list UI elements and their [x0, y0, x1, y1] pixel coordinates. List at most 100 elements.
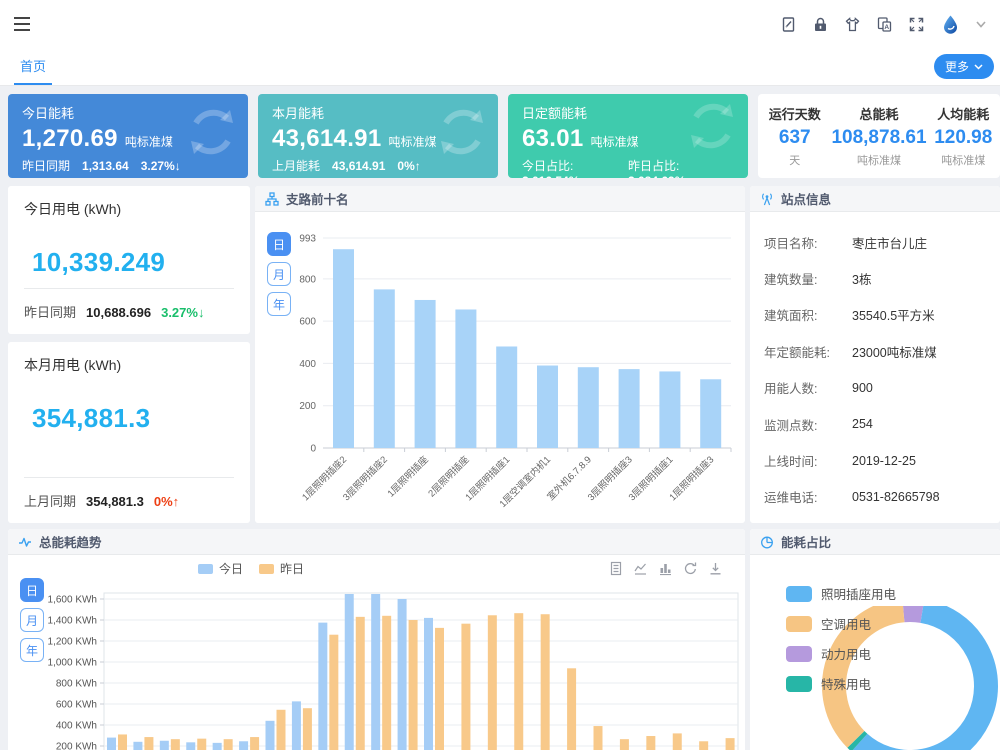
legend-label: 照明插座用电 — [821, 584, 896, 603]
site-info-row: 用能人数:900 — [764, 370, 1000, 406]
kpi-value: 1,270.69 — [22, 125, 118, 153]
legend-item-动力用电[interactable]: 动力用电 — [786, 644, 896, 663]
legend-item-昨日[interactable]: 昨日 — [259, 560, 304, 577]
svg-text:600: 600 — [299, 317, 316, 328]
site-row-value: 2019-12-25 — [852, 454, 916, 468]
stat-value: 108,878.61 — [831, 127, 926, 149]
site-info-row: 监测点数:254 — [764, 406, 1000, 442]
legend-item-照明插座用电[interactable]: 照明插座用电 — [786, 584, 896, 603]
kpi-unit: 吨标准煤 — [591, 133, 639, 150]
stat-per-capita-energy: 人均能耗 120.98 吨标准煤 — [927, 104, 1000, 168]
dashboard-body: 今日能耗 1,270.69 吨标准煤 昨日同期 1,313.64 3.27%↓ — [0, 86, 1000, 750]
kpi-value: 63.01 — [522, 125, 584, 153]
kpi-subrow: 昨日同期 1,313.64 3.27%↓ — [22, 157, 234, 174]
bottom-row: 总能耗趋势 今日昨日 — [8, 529, 1000, 750]
site-row-value: 23000吨标准煤 — [852, 342, 937, 361]
stat-label: 人均能耗 — [927, 104, 1000, 123]
svg-text:800 KWh: 800 KWh — [56, 679, 97, 690]
svg-text:2层照明插座: 2层照明插座 — [426, 453, 472, 499]
legend-label: 特殊用电 — [821, 674, 871, 693]
legend-item-今日[interactable]: 今日 — [198, 560, 243, 577]
kpi-row: 今日能耗 1,270.69 吨标准煤 昨日同期 1,313.64 3.27%↓ — [8, 94, 1000, 178]
kpi-card-today-energy: 今日能耗 1,270.69 吨标准煤 昨日同期 1,313.64 3.27%↓ — [8, 94, 248, 178]
stat-total-energy: 总能耗 108,878.61 吨标准煤 — [831, 104, 926, 168]
usage-value: 354,881.3 — [32, 403, 234, 434]
usage-subrow: 上月同期 354,881.3 0%↑ — [24, 477, 234, 510]
usage-change: 0%↑ — [154, 494, 179, 509]
antenna-icon — [760, 192, 774, 206]
tab-home[interactable]: 首页 — [14, 48, 52, 85]
notepad-icon[interactable] — [780, 16, 797, 33]
panel-header: 支路前十名 — [255, 186, 745, 212]
svg-text:200: 200 — [299, 401, 316, 412]
hamburger-icon[interactable] — [14, 17, 32, 31]
kpi-today-share: 今日占比: 2,016.54% — [522, 157, 628, 178]
legend-label: 动力用电 — [821, 644, 871, 663]
chevron-down-icon[interactable] — [976, 21, 986, 28]
stat-value: 637 — [758, 127, 831, 149]
usage-title: 今日用电 (kWh) — [24, 199, 234, 219]
trend-legend: 今日昨日 — [198, 560, 304, 577]
svg-text:600 KWh: 600 KWh — [56, 700, 97, 711]
svg-text:200 KWh: 200 KWh — [56, 742, 97, 750]
legend-swatch — [786, 616, 812, 632]
site-info-row: 上线时间:2019-12-25 — [764, 442, 1000, 478]
water-drop-logo[interactable] — [940, 14, 961, 35]
panel-header: 站点信息 — [750, 186, 1000, 212]
kpi-sub-value: 43,614.91 — [332, 159, 385, 173]
legend-label: 今日 — [219, 560, 243, 577]
lock-icon[interactable] — [812, 16, 829, 33]
usage-change: 3.27%↓ — [161, 305, 204, 320]
site-row-label: 运维电话: — [764, 487, 852, 506]
site-row-value: 3栋 — [852, 269, 871, 288]
stat-unit: 吨标准煤 — [831, 152, 926, 168]
top-bar: A — [0, 0, 1000, 48]
bar-chart-icon[interactable] — [658, 561, 673, 576]
theme-icon[interactable] — [844, 16, 861, 33]
site-row-value: 0531-82665798 — [852, 490, 940, 504]
svg-text:1,000 KWh: 1,000 KWh — [48, 658, 97, 669]
usage-subrow: 昨日同期 10,688.696 3.27%↓ — [24, 288, 234, 321]
data-view-icon[interactable] — [609, 561, 623, 576]
stat-label: 运行天数 — [758, 104, 831, 123]
legend-swatch — [786, 646, 812, 662]
site-row-label: 年定额能耗: — [764, 342, 852, 361]
kpi-subrow: 今日占比: 2,016.54% 昨日占比: 2,084.69% — [522, 157, 734, 178]
org-chart-icon — [265, 192, 279, 206]
kpi-unit: 吨标准煤 — [388, 133, 436, 150]
panel-title: 总能耗趋势 — [39, 532, 102, 551]
recycle-icon — [186, 106, 238, 158]
legend-item-空调用电[interactable]: 空调用电 — [786, 614, 896, 633]
middle-row: 今日用电 (kWh) 10,339.249 昨日同期 10,688.696 3.… — [8, 186, 1000, 523]
usage-value: 10,339.249 — [32, 247, 234, 278]
site-row-value: 900 — [852, 381, 873, 395]
recycle-icon — [686, 100, 738, 152]
refresh-icon[interactable] — [683, 561, 698, 576]
legend-item-特殊用电[interactable]: 特殊用电 — [786, 674, 896, 693]
panel-title: 能耗占比 — [781, 532, 831, 551]
energy-trend-chart: 1,600 KWh1,400 KWh1,200 KWh1,000 KWh800 … — [8, 586, 745, 750]
kpi-unit: 吨标准煤 — [125, 133, 173, 150]
site-info-row: 建筑面积:35540.5平方米 — [764, 297, 1000, 333]
translate-icon[interactable]: A — [876, 16, 893, 33]
summary-stats-card: 运行天数 637 天 总能耗 108,878.61 吨标准煤 人均能耗 120.… — [758, 94, 1000, 178]
usage-title: 本月用电 (kWh) — [24, 355, 234, 375]
svg-text:1层照明插座: 1层照明插座 — [385, 453, 431, 499]
fullscreen-icon[interactable] — [908, 16, 925, 33]
more-button-label: 更多 — [945, 58, 969, 75]
chevron-down-icon — [974, 64, 983, 70]
more-button[interactable]: 更多 — [934, 54, 994, 79]
svg-text:1,600 KWh: 1,600 KWh — [48, 595, 97, 606]
usage-column: 今日用电 (kWh) 10,339.249 昨日同期 10,688.696 3.… — [8, 186, 250, 523]
usage-card-month: 本月用电 (kWh) 354,881.3 上月同期 354,881.3 0%↑ — [8, 342, 250, 523]
site-row-value: 枣庄市台儿庄 — [852, 233, 927, 252]
chart-toolbar — [609, 561, 723, 576]
panel-header: 总能耗趋势 — [8, 529, 745, 555]
download-icon[interactable] — [708, 561, 723, 576]
branch-top10-chart: 02004006008009931层照明插座23层照明插座21层照明插座2层照明… — [281, 216, 741, 518]
topbar-icon-group: A — [780, 14, 986, 35]
line-chart-icon[interactable] — [633, 561, 648, 576]
site-row-label: 监测点数: — [764, 415, 852, 434]
legend-swatch — [786, 676, 812, 692]
site-row-label: 上线时间: — [764, 451, 852, 470]
